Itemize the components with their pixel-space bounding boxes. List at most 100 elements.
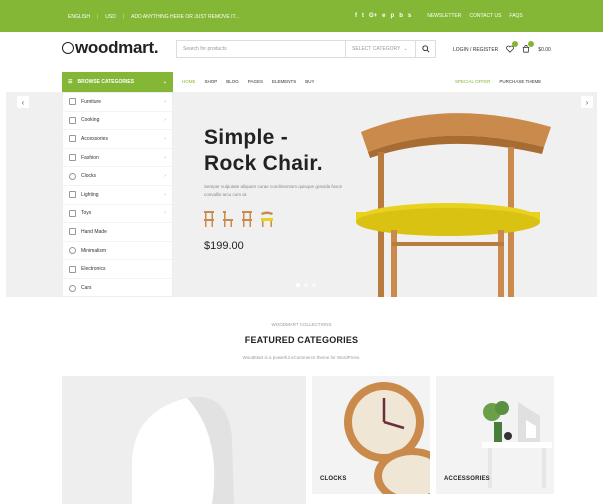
contact-link[interactable]: CONTACT US [469, 13, 501, 19]
cooking-icon [69, 116, 76, 124]
sidebar-item-label: Cars [81, 285, 92, 292]
chevron-down-icon: ⌄ [162, 79, 167, 85]
search-form: Search for products SELECT CATEGORY ⌄ [176, 40, 436, 58]
sidebar-item-fashion[interactable]: Fashion › [63, 149, 172, 168]
sidebar-item-label: Minimalism [81, 247, 106, 254]
featured-supertitle: WOODMART COLLECTIONS [271, 322, 332, 327]
hero-description: Semper vulputate aliquam curae condiment… [204, 184, 343, 197]
fashion-icon [69, 154, 76, 162]
chevron-down-icon: ⌄ [403, 46, 408, 52]
google-plus-icon[interactable]: G+ [369, 13, 377, 19]
nav-item-blog[interactable]: BLOG [226, 79, 239, 84]
cart-total[interactable]: $0.00 [538, 47, 551, 53]
pinterest-icon[interactable]: p [391, 13, 395, 19]
chair-thumbnail-icon[interactable] [242, 211, 252, 227]
menu-icon: ☰ [68, 79, 73, 85]
faqs-link[interactable]: FAQS [509, 13, 522, 19]
search-button[interactable] [415, 41, 435, 57]
slider-prev-button[interactable]: ‹ [17, 96, 29, 108]
slider-dot[interactable] [312, 283, 316, 287]
category-card-furniture[interactable] [62, 376, 306, 504]
email-icon[interactable]: e [382, 13, 385, 19]
chevron-right-icon: › [164, 135, 166, 142]
sidebar-item-label: Cooking [81, 117, 100, 124]
search-input[interactable]: Search for products [177, 46, 345, 52]
chevron-right-icon: › [164, 191, 166, 198]
login-register-link[interactable]: LOGIN / REGISTER [453, 47, 498, 53]
sidebar-item-minimalism[interactable]: Minimalism [63, 242, 172, 261]
logo-text: woodmart. [75, 38, 159, 57]
header-actions: LOGIN / REGISTER $0.00 [453, 41, 551, 55]
sidebar-item-label: Fashion [81, 154, 99, 161]
lighting-icon [69, 191, 76, 199]
electronics-icon [69, 265, 76, 273]
sidebar-item-hand-made[interactable]: Hand Made [63, 223, 172, 242]
category-card-label: ACCESSORIES [444, 476, 490, 482]
featured-title: FEATURED CATEGORIES [244, 335, 359, 345]
category-select[interactable]: SELECT CATEGORY ⌄ [345, 41, 415, 57]
chair-variant-swatches [204, 211, 273, 227]
nav-item-home[interactable]: HOME [182, 79, 196, 84]
sidebar-item-label: Clocks [81, 173, 97, 180]
category-card-accessories[interactable]: ACCESSORIES [436, 376, 554, 494]
social-icon[interactable]: s [408, 13, 411, 19]
slider-next-button[interactable]: › [581, 96, 593, 108]
chevron-right-icon: › [164, 173, 166, 180]
car-icon [69, 284, 76, 292]
special-offer-link[interactable]: SPECIAL OFFER [455, 79, 490, 84]
browse-categories-button[interactable]: ☰ BROWSE CATEGORIES ⌄ [62, 72, 173, 92]
slider-dot[interactable] [296, 283, 300, 287]
chevron-right-icon: › [164, 98, 166, 105]
category-card-label: CLOCKS [320, 476, 347, 482]
category-card-clocks[interactable]: CLOCKS [312, 376, 430, 494]
cart-button[interactable] [522, 41, 535, 55]
purchase-theme-link[interactable]: PURCHASE THEME [499, 79, 541, 84]
cart-count-badge [528, 41, 535, 47]
chair-thumbnail-icon[interactable] [223, 211, 233, 227]
sidebar-item-clocks[interactable]: Clocks › [63, 167, 172, 186]
hand-made-icon [69, 228, 76, 236]
facebook-icon[interactable]: f [355, 13, 357, 19]
hero-price: $199.00 [204, 240, 244, 252]
site-logo[interactable]: woodmart. [62, 38, 159, 58]
search-icon [421, 45, 430, 53]
sidebar-item-label: Lighting [81, 191, 99, 198]
category-select-label: SELECT CATEGORY [352, 46, 401, 52]
top-bar-right: f t G+ e p b s NEWSLETTER CONTACT US FAQ… [355, 13, 523, 19]
chevron-right-icon: › [164, 210, 166, 217]
sidebar-item-label: Furniture [81, 98, 102, 105]
divider: | [96, 14, 99, 20]
nav-item-buy[interactable]: BUY [305, 79, 314, 84]
wishlist-button[interactable] [506, 41, 519, 55]
sidebar-item-accessories[interactable]: Accessories › [63, 130, 172, 149]
slider-dot[interactable] [304, 283, 308, 287]
sidebar-item-lighting[interactable]: Lighting › [63, 186, 172, 205]
currency-select[interactable]: USD [105, 14, 116, 20]
sidebar-item-label: Hand Made [81, 228, 107, 235]
slider-dots [296, 283, 316, 287]
nav-item-shop[interactable]: SHOP [205, 79, 218, 84]
featured-description: WoodMart is a powerful eCommerce theme f… [242, 355, 361, 360]
chair-thumbnail-icon[interactable] [204, 211, 214, 227]
sidebar-item-label: Electronics [81, 266, 106, 273]
sidebar-item-electronics[interactable]: Electronics [63, 260, 172, 279]
newsletter-link[interactable]: NEWSLETTER [427, 13, 461, 19]
sidebar-item-furniture[interactable]: Furniture › [63, 93, 172, 112]
nav-right: SPECIAL OFFER PURCHASE THEME [455, 79, 541, 84]
nav-item-pages[interactable]: PAGES [248, 79, 263, 84]
chevron-right-icon: › [164, 117, 166, 124]
logo-mark-icon [62, 42, 74, 54]
twitter-icon[interactable]: t [362, 13, 364, 19]
navigation-bar: ☰ BROWSE CATEGORIES ⌄ HOME SHOP BLOG PAG… [0, 72, 603, 92]
chair-thumbnail-icon[interactable] [261, 211, 273, 227]
nav-item-elements[interactable]: ELEMENTS [272, 79, 296, 84]
behance-icon[interactable]: b [399, 13, 403, 19]
sidebar-item-toys[interactable]: Toys › [63, 205, 172, 224]
chair-image [132, 396, 234, 504]
promo-text: ADD ANYTHING HERE OR JUST REMOVE IT... [131, 14, 240, 20]
sidebar-item-cooking[interactable]: Cooking › [63, 112, 172, 131]
sidebar-item-cars[interactable]: Cars [63, 279, 172, 298]
category-sidebar: Furniture › Cooking › Accessories › Fashion… [62, 92, 173, 297]
language-select[interactable]: ENGLISH [68, 14, 90, 20]
top-bar: ENGLISH | USD | ADD ANYTHING HERE OR JUS… [0, 0, 603, 32]
